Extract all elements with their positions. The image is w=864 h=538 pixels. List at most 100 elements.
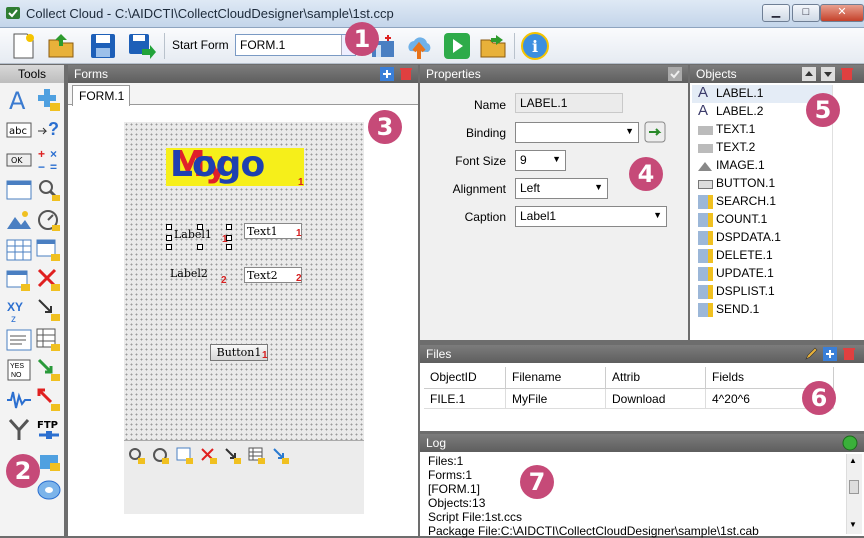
edit-pencil-icon[interactable]: [804, 347, 818, 361]
receive-tool-icon[interactable]: [36, 387, 62, 413]
object-list-item[interactable]: SEARCH.1: [698, 194, 776, 212]
label2-control[interactable]: Label2: [170, 267, 208, 280]
binding-link-icon[interactable]: [644, 121, 666, 143]
scroll-thumb[interactable]: [849, 480, 859, 494]
textbox-tool-icon[interactable]: abc: [6, 117, 32, 143]
sort-tool-icon[interactable]: XYz: [6, 297, 32, 323]
signal-tool-icon[interactable]: [6, 387, 32, 413]
calculate-tool-icon[interactable]: + ×− =: [36, 147, 62, 173]
files-title: Files: [420, 345, 864, 363]
save-as-icon[interactable]: [126, 31, 156, 61]
object-list-item[interactable]: TEXT.2: [698, 140, 755, 158]
label1-control[interactable]: Label1: [174, 228, 212, 241]
export-folder-icon[interactable]: [478, 31, 508, 61]
delete-object-icon[interactable]: [200, 447, 218, 465]
info-icon[interactable]: i: [520, 31, 550, 61]
new-file-icon[interactable]: [8, 31, 38, 61]
close-button[interactable]: ✕: [820, 4, 864, 22]
tab-form-1[interactable]: FORM.1: [72, 85, 130, 106]
image-tool-icon[interactable]: [6, 207, 32, 233]
move-down-icon[interactable]: [821, 67, 835, 81]
selection-handle[interactable]: [226, 224, 232, 230]
name-field[interactable]: LABEL.1: [515, 93, 623, 113]
binding-select[interactable]: ▼: [515, 122, 639, 143]
object-list-item[interactable]: DSPDATA.1: [698, 230, 781, 248]
button-tool-icon[interactable]: OK: [6, 147, 32, 173]
add-form-icon[interactable]: [380, 67, 394, 81]
selection-handle[interactable]: [197, 244, 203, 250]
add-file-icon[interactable]: [823, 347, 837, 361]
open-folder-icon[interactable]: [46, 31, 76, 61]
apply-check-icon[interactable]: [668, 67, 682, 81]
delete-object-icon[interactable]: [840, 67, 854, 81]
logo-image[interactable]: My Logo: [166, 144, 304, 186]
display-list-object-icon[interactable]: [248, 447, 266, 465]
run-icon[interactable]: [442, 31, 472, 61]
branch-tool-icon[interactable]: [6, 417, 32, 443]
column-header-filename[interactable]: Filename: [506, 367, 606, 389]
svg-text:×: ×: [50, 147, 57, 161]
grid-tool-icon[interactable]: [6, 237, 32, 263]
caption-field[interactable]: Label1 ▼: [515, 206, 667, 227]
move-up-icon[interactable]: [802, 67, 816, 81]
count-tool-icon[interactable]: [36, 207, 62, 233]
selection-handle[interactable]: [166, 224, 172, 230]
memo-tool-icon[interactable]: [6, 327, 32, 353]
scroll-down-icon[interactable]: ▼: [849, 520, 857, 529]
object-list-item[interactable]: COUNT.1: [698, 212, 768, 230]
save-icon[interactable]: [88, 31, 118, 61]
label-tool-icon[interactable]: A: [6, 87, 32, 113]
log-scrollbar[interactable]: ▲ ▼: [846, 454, 862, 534]
selection-handle[interactable]: [166, 235, 172, 241]
object-list-item[interactable]: IMAGE.1: [698, 158, 765, 176]
text2-control[interactable]: Text2: [244, 267, 302, 283]
update-tool-icon[interactable]: [36, 297, 62, 323]
count-object-icon[interactable]: [152, 447, 170, 465]
column-header-attrib[interactable]: Attrib: [606, 367, 706, 389]
delete-tool-icon[interactable]: [36, 267, 62, 293]
yes-no-tool-icon[interactable]: YES NO: [6, 357, 32, 383]
column-header-objectid[interactable]: ObjectID: [424, 367, 506, 389]
maximize-button[interactable]: □: [792, 4, 820, 22]
font-size-select[interactable]: 9 ▼: [515, 150, 566, 171]
object-list-item[interactable]: BUTTON.1: [698, 176, 775, 194]
upload-cloud-icon[interactable]: [404, 31, 434, 61]
display-data-tool-icon[interactable]: [36, 237, 62, 263]
scroll-up-icon[interactable]: ▲: [849, 456, 857, 465]
text1-control[interactable]: Text1: [244, 223, 302, 239]
table-cell[interactable]: MyFile: [506, 389, 606, 409]
disk-tool-icon[interactable]: [36, 477, 62, 503]
object-list-item[interactable]: A LABEL.1: [698, 84, 763, 104]
search-tool-icon[interactable]: [36, 177, 62, 203]
send-tool-icon[interactable]: [36, 357, 62, 383]
object-list-item[interactable]: A LABEL.2: [698, 102, 763, 122]
delete-file-icon[interactable]: [842, 347, 856, 361]
send-object-icon[interactable]: [272, 447, 290, 465]
search-query-tool-icon[interactable]: ?: [36, 117, 62, 143]
combobox-tool-icon[interactable]: [6, 177, 32, 203]
list-tool-icon[interactable]: [6, 267, 32, 293]
object-list-item[interactable]: SEND.1: [698, 302, 759, 320]
object-list-item[interactable]: DSPLIST.1: [698, 284, 775, 302]
button1-control[interactable]: Button1: [210, 344, 268, 361]
alignment-select[interactable]: Left ▼: [515, 178, 608, 199]
ftp-tool-icon[interactable]: FTP: [36, 417, 62, 443]
object-type-icon: A: [698, 102, 709, 119]
minimize-button[interactable]: ▁: [762, 4, 790, 22]
start-form-select[interactable]: FORM.1▼: [235, 34, 356, 56]
object-list-item[interactable]: DELETE.1: [698, 248, 773, 266]
table-cell[interactable]: FILE.1: [424, 389, 506, 409]
update-object-icon[interactable]: [224, 447, 242, 465]
object-list-item[interactable]: UPDATE.1: [698, 266, 774, 284]
object-type-icon: [698, 195, 713, 209]
svg-text:A: A: [9, 87, 26, 113]
object-list-item[interactable]: TEXT.1: [698, 122, 755, 140]
object-name: COUNT.1: [716, 212, 768, 226]
display-list-tool-icon[interactable]: [36, 327, 62, 353]
add-tool-icon[interactable]: [36, 87, 62, 113]
selection-handle[interactable]: [166, 244, 172, 250]
delete-form-icon[interactable]: [399, 67, 413, 81]
display-data-object-icon[interactable]: [176, 447, 194, 465]
search-object-icon[interactable]: [128, 447, 146, 465]
table-cell[interactable]: Download: [606, 389, 706, 409]
